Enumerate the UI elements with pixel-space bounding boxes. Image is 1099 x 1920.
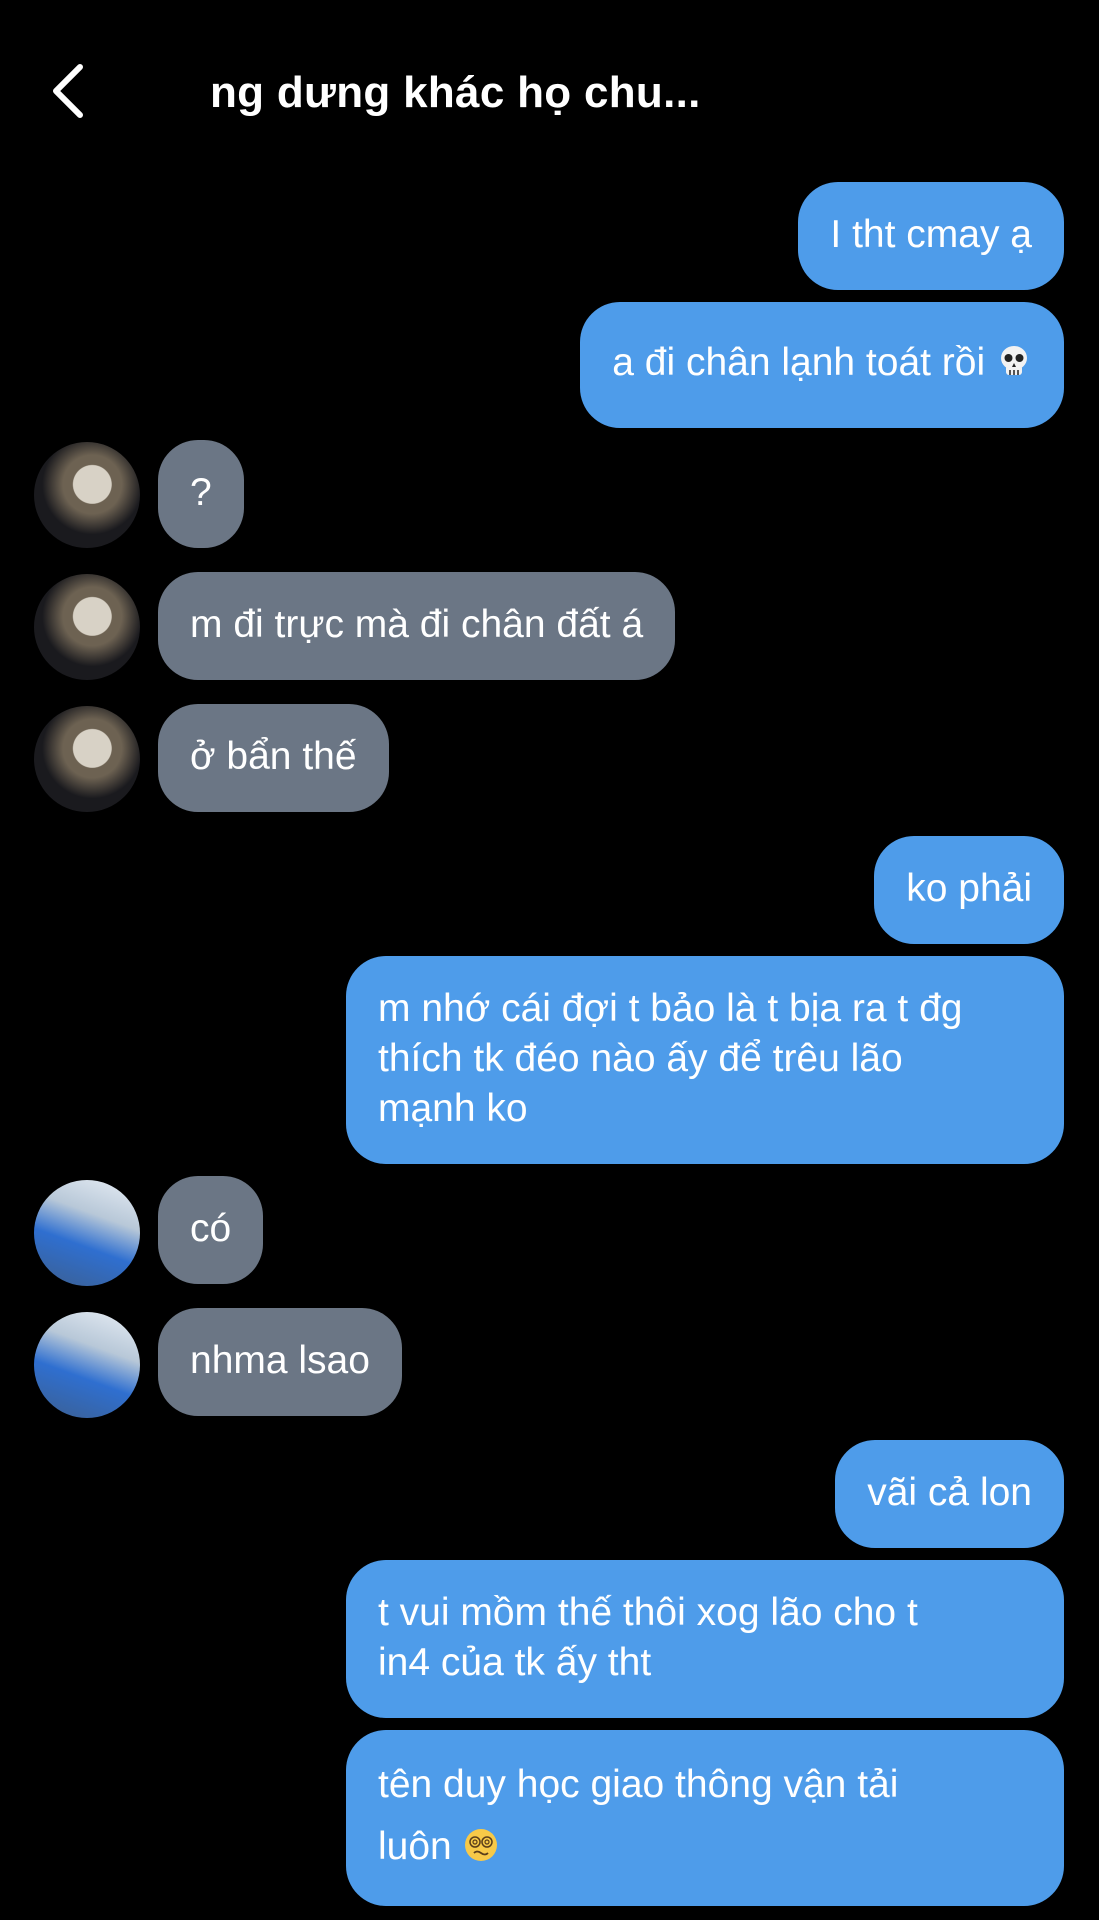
message-line: tên duy học giao thông vận tải [378, 1763, 899, 1806]
chat-header: ng dưng khác họ chu... [0, 0, 1099, 170]
message-text: a đi chân lạnh toát rồi [612, 341, 986, 384]
message-line: mạnh ko [378, 1087, 528, 1130]
avatar[interactable] [34, 1180, 140, 1286]
message-incoming[interactable]: m đi trực mà đi chân đất á [158, 572, 676, 680]
message-outgoing[interactable]: I tht cmay ạ [798, 182, 1064, 290]
conversation-title[interactable]: ng dưng khác họ chu... [210, 68, 701, 118]
message-text: có [190, 1207, 232, 1250]
message-outgoing[interactable]: tên duy học giao thông vận tải luôn [346, 1730, 1064, 1906]
message-incoming[interactable]: nhma lsao [158, 1308, 402, 1416]
message-line: m nhớ cái đợi t bảo là t bịa ra t đg [378, 987, 963, 1030]
message-text: I tht cmay ạ [830, 213, 1032, 256]
message-line: in4 của tk ấy tht [378, 1641, 652, 1684]
back-button[interactable] [38, 56, 98, 126]
message-text: nhma lsao [190, 1339, 370, 1382]
chevron-left-icon [53, 64, 83, 118]
message-incoming[interactable]: có [158, 1176, 264, 1284]
message-line: thích tk đéo nào ấy để trêu lão [378, 1037, 903, 1080]
message-line: t vui mồm thế thôi xog lão cho t [378, 1591, 918, 1634]
message-incoming[interactable]: ở bẩn thế [158, 704, 389, 812]
message-outgoing[interactable]: ko phải [874, 836, 1064, 944]
skull-emoji [1001, 346, 1027, 375]
message-line: luôn [378, 1825, 452, 1868]
message-incoming[interactable]: ? [158, 440, 244, 548]
message-outgoing[interactable]: t vui mồm thế thôi xog lão cho t in4 của… [346, 1560, 1064, 1718]
message-outgoing[interactable]: m nhớ cái đợi t bảo là t bịa ra t đg thí… [346, 956, 1064, 1164]
message-outgoing[interactable]: a đi chân lạnh toát rồi [580, 302, 1064, 428]
message-text: ko phải [906, 867, 1032, 910]
avatar[interactable] [34, 706, 140, 812]
message-text: ở bẩn thế [190, 735, 357, 778]
dizzy-face-emoji [464, 1829, 497, 1861]
message-text: vãi cả lon [867, 1471, 1032, 1514]
message-outgoing[interactable]: vãi cả lon [835, 1440, 1064, 1548]
avatar[interactable] [34, 574, 140, 680]
message-text: m đi trực mà đi chân đất á [190, 603, 644, 646]
avatar[interactable] [34, 442, 140, 548]
avatar[interactable] [34, 1312, 140, 1418]
message-text: ? [190, 471, 212, 514]
